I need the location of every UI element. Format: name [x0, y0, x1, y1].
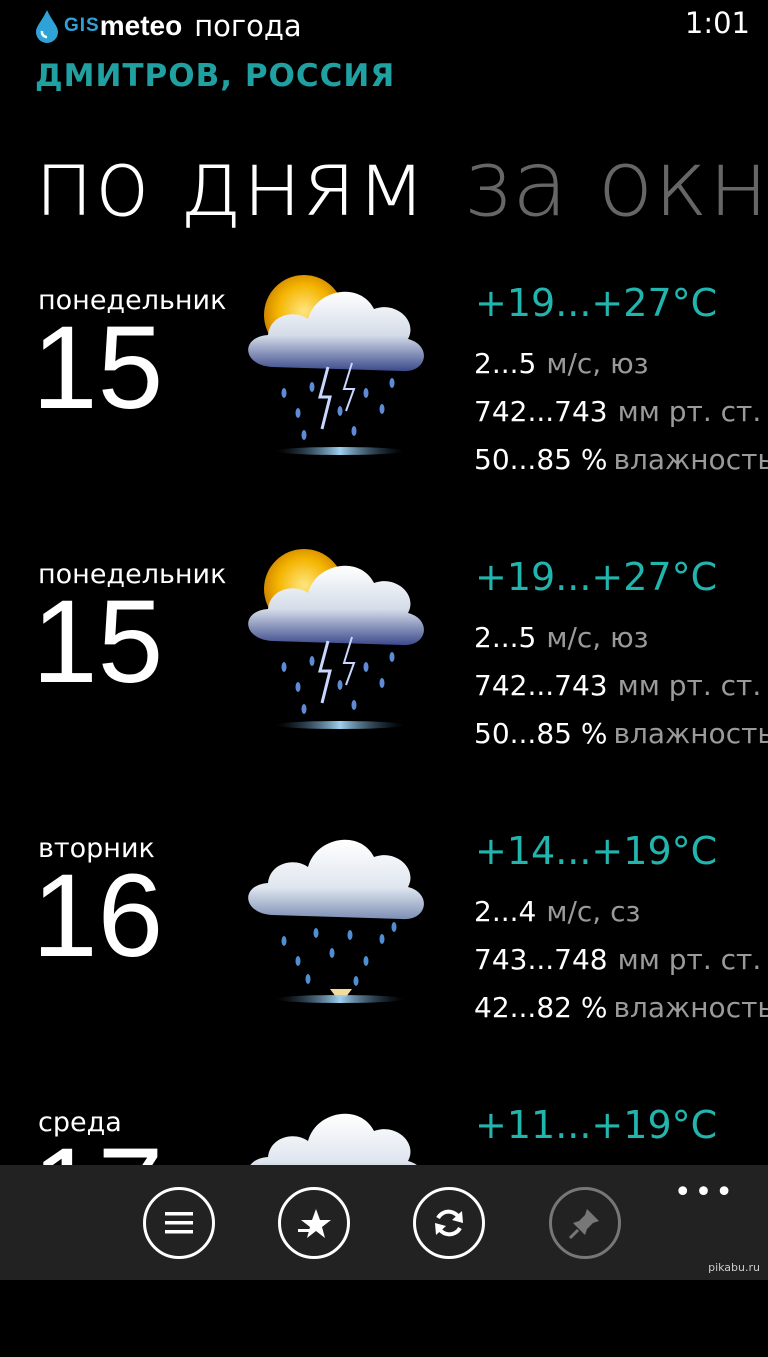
wind-unit: м/с, юз [546, 347, 649, 380]
humidity-row: 50...85 % влажность [474, 717, 768, 750]
status-clock: 1:01 [684, 6, 750, 40]
day-number: 16 [32, 850, 164, 982]
humidity-unit: влажность [613, 443, 768, 476]
day-number: 15 [32, 302, 164, 434]
temperature-range: +19...+27°C [475, 281, 718, 325]
refresh-icon [435, 1209, 463, 1237]
header: GIS meteo погода 1:01 [0, 0, 768, 60]
humidity-unit: влажность [613, 991, 768, 1024]
menu-button[interactable] [143, 1187, 215, 1259]
wind-value: 2...5 [474, 347, 537, 380]
humidity-row: 50...85 % влажность [474, 443, 768, 476]
pressure-unit: мм рт. ст. [617, 669, 762, 702]
forecast-day[interactable]: вторник 16 +14...+19°C 2...4 м/с, сз 743.… [0, 829, 768, 1083]
pivot-tab-next[interactable]: за окн [462, 130, 768, 237]
gismeteo-logo: GIS meteo погода [34, 9, 302, 43]
logo-text-meteo: meteo [99, 10, 183, 41]
pressure-unit: мм рт. ст. [617, 395, 762, 428]
humidity-value: 50...85 % [474, 443, 608, 476]
day-number: 15 [32, 576, 164, 708]
humidity-row: 42...82 % влажность [474, 991, 768, 1024]
pressure-value: 742...743 [474, 669, 608, 702]
thunderstorm-partly-sunny-icon [248, 275, 424, 455]
forecast-day[interactable]: понедельник 15 +19...+27°C 2...5 м/с, юз … [0, 549, 768, 809]
wind-row: 2...5 м/с, юз [474, 347, 649, 380]
refresh-button[interactable] [413, 1187, 485, 1259]
wind-row: 2...5 м/с, юз [474, 621, 649, 654]
temperature-range: +19...+27°C [475, 555, 718, 599]
humidity-value: 50...85 % [474, 717, 608, 750]
pivot-tab-by-days[interactable]: по дням [34, 130, 426, 237]
pressure-row: 743...748 мм рт. ст. [474, 943, 761, 976]
app-title: погода [194, 9, 302, 43]
wind-unit: м/с, юз [546, 621, 649, 654]
favorites-button[interactable] [278, 1187, 350, 1259]
temperature-range: +14...+19°C [475, 829, 718, 873]
pin-button[interactable] [549, 1187, 621, 1259]
wind-value: 2...4 [474, 895, 537, 928]
wind-unit: м/с, сз [546, 895, 641, 928]
pressure-row: 742...743 мм рт. ст. [474, 669, 761, 702]
pin-icon [568, 1209, 599, 1240]
humidity-value: 42...82 % [474, 991, 608, 1024]
thunderstorm-partly-sunny-icon [248, 549, 424, 729]
wind-row: 2...4 м/с, сз [474, 895, 640, 928]
menu-icon [165, 1212, 193, 1234]
watermark: pikabu.ru [708, 1261, 760, 1274]
pressure-value: 743...748 [474, 943, 608, 976]
location-title[interactable]: ДМИТРОВ, РОССИЯ [35, 58, 395, 94]
pressure-row: 742...743 мм рт. ст. [474, 395, 761, 428]
humidity-unit: влажность [613, 717, 768, 750]
pressure-value: 742...743 [474, 395, 608, 428]
logo-text-gis: GIS [64, 15, 100, 36]
more-options-button[interactable]: ••• [674, 1175, 736, 1210]
pressure-unit: мм рт. ст. [617, 943, 762, 976]
water-drop-icon [36, 10, 58, 43]
app-bar: ••• pikabu.ru [0, 1165, 768, 1280]
forecast-day[interactable]: понедельник 15 +19...+27°C 2...5 м/с, юз … [0, 275, 768, 535]
favorite-star-icon [298, 1209, 331, 1238]
pivot-header: по дням за окн [34, 130, 768, 237]
temperature-range: +11...+19°C [475, 1103, 718, 1147]
rain-cloud-icon [248, 839, 424, 1003]
wind-value: 2...5 [474, 621, 537, 654]
